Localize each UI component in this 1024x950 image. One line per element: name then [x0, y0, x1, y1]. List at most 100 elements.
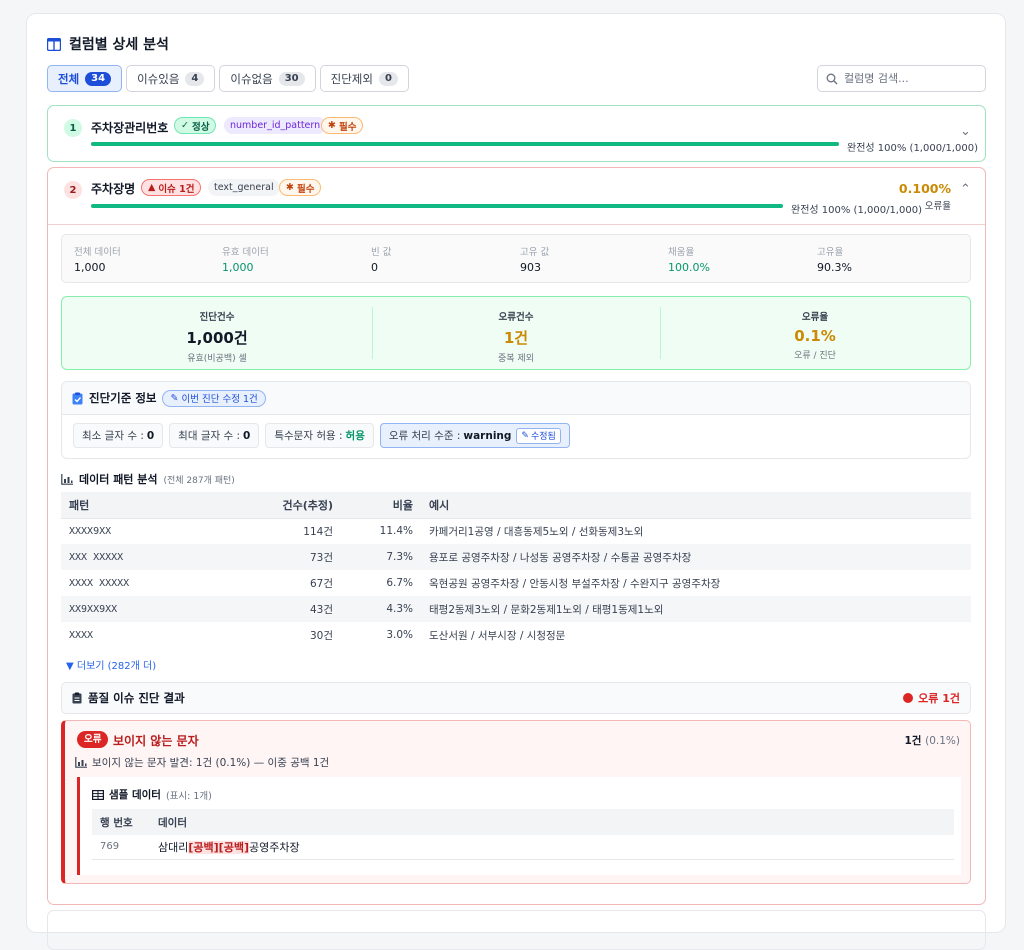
tab-count: 30 [278, 71, 305, 86]
col-header-example: 예시 [421, 492, 971, 519]
cell-example: 용포로 공영주차장 / 나성동 공영주차장 / 수통골 공영주차장 [421, 544, 971, 570]
tab-count: 0 [378, 71, 398, 86]
table-row: XXXX9XX 114건 11.4% 카페거리1공영 / 대흥동제5노외 / 선화동제… [61, 518, 971, 544]
chip-value: 허용 [345, 430, 365, 442]
cell-pattern: XXXX [69, 629, 94, 641]
chevron-up-icon[interactable]: ⌃ [960, 182, 971, 197]
criteria-max-length: 최대 글자 수 :0 [169, 423, 260, 448]
tab-excluded[interactable]: 진단제외 0 [319, 65, 409, 92]
status-label: 정상 [191, 121, 210, 133]
required-badge: ✱ 필수 [279, 179, 322, 196]
error-rate-value: 0.100% [898, 181, 951, 196]
search-icon [826, 73, 838, 85]
tab-count: 34 [85, 71, 112, 86]
column-row-1[interactable]: 1 주차장관리번호 ✓ 정상 number_id_pattern ✱ 필수 완전성 … [47, 105, 986, 162]
col-header-pattern: 패턴 [61, 492, 231, 519]
pattern-title: 데이터 패턴 분석 [79, 473, 158, 486]
error-summary-label: 오류 1건 [918, 692, 960, 705]
chevron-down-icon[interactable]: ⌄ [960, 124, 971, 139]
stat-value: 100.0% [668, 261, 710, 274]
tab-no-issues[interactable]: 이슈없음 30 [219, 65, 316, 92]
tab-label: 진단제외 [330, 71, 373, 86]
column-index: 2 [64, 181, 82, 199]
col-header-row-number: 행 번호 [92, 809, 150, 835]
table-row: XX9XX9XX 43건 4.3% 태평2동제3노외 / 문화2동제1노외 / 태평1… [61, 596, 971, 622]
table-header-row: 패턴 건수(추정) 비율 예시 [61, 492, 971, 519]
bar-chart-icon [75, 757, 87, 768]
stat-value: 903 [520, 261, 541, 274]
cell-example: 카페거리1공영 / 대흥동제5노외 / 선화동제3노외 [429, 525, 644, 538]
cell-count: 73건 [231, 544, 341, 570]
pattern-table: 패턴 건수(추정) 비율 예시 XXXX9XX 114건 11.4% 카페거리1공영 … [61, 492, 971, 648]
diag-value: 1,000건 [186, 329, 248, 347]
cell-data: 삼대리[공백][공백]공영주차장 [150, 835, 954, 860]
quality-title: 품질 이슈 진단 결과 [88, 691, 185, 705]
cell-pattern: XXXX9XX [69, 525, 112, 537]
column-name: 주차장관리번호 [91, 121, 169, 135]
table-columns-icon [47, 37, 61, 51]
tab-count: 4 [185, 71, 205, 86]
col-header-data: 데이터 [150, 809, 954, 835]
cell-ratio: 3.0% [386, 629, 413, 641]
issue-count-pct: (0.1%) [925, 735, 960, 747]
diag-label: 오류건수 [498, 312, 534, 323]
criteria-error-level: 오류 처리 수준 : warning ✎ 수정됨 [379, 423, 570, 448]
required-label: 필수 [338, 121, 357, 133]
clipboard-icon [72, 692, 82, 704]
chip-value: 0 [146, 429, 155, 442]
sample-table: 행 번호 데이터 769 삼대리[공백][공백]공영주차장 [92, 809, 954, 860]
edited-label: 수정됨 [530, 432, 556, 442]
diag-value: 1건 [503, 329, 529, 347]
chip-label: 최소 글자 수 : [82, 430, 144, 442]
diag-error-rate: 오류율 0.1% 오류 / 진단 [660, 297, 970, 371]
issue-card: 오류 보이지 않는 문자 1건 (0.1%) 보이지 않는 문자 발견: 1건 … [61, 720, 971, 884]
table-row: XXXX 30건 3.0% 도산서원 / 서부시장 / 시청정문 [61, 622, 971, 648]
sample-title: 샘플 데이터 (표시: 1개) [92, 787, 212, 802]
cell-ratio: 6.7% [386, 577, 413, 589]
data-text: 공영주차장 [248, 840, 300, 854]
issue-count-value: 1건 [904, 735, 922, 747]
col-header-ratio: 비율 [341, 492, 421, 519]
diag-sub: 오류 / 진단 [794, 351, 836, 361]
stat-fill-rate: 채움율 100.0% [668, 244, 710, 274]
asterisk-icon: ✱ [328, 120, 336, 131]
show-more-link[interactable]: ▼ 더보기 (282개 더) [66, 657, 156, 672]
search-box [817, 65, 986, 92]
cell-count: 114건 [303, 525, 333, 538]
cell-ratio: 7.3% [341, 544, 421, 570]
table-row: 769 삼대리[공백][공백]공영주차장 [92, 835, 954, 860]
column-row-3[interactable] [47, 910, 986, 950]
issue-badge: ▲ 이슈 1건 [141, 179, 202, 196]
clipboard-check-icon [72, 392, 83, 405]
tab-has-issues[interactable]: 이슈있음 4 [126, 65, 216, 92]
type-badge: text_general [208, 179, 280, 196]
stat-label: 빈 값 [371, 247, 392, 258]
error-dot-icon [903, 693, 914, 703]
quality-issues-header: 품질 이슈 진단 결과 오류 1건 [61, 682, 971, 714]
cell-ratio: 11.4% [379, 525, 413, 538]
cell-ratio: 4.3% [341, 596, 421, 622]
stat-label: 고유 값 [520, 247, 550, 258]
criteria-special-chars: 특수문자 허용 : 허용 [265, 423, 374, 448]
table-row: XXXX XXXXX 67건 6.7% 옥현공원 공영주차장 / 안동시청 부설주차장… [61, 570, 971, 596]
stat-label: 전체 데이터 [74, 247, 121, 258]
tab-all[interactable]: 전체 34 [47, 65, 123, 92]
completeness-text: 완전성 100% (1,000/1,000) [847, 143, 978, 154]
table-header-row: 행 번호 데이터 [92, 809, 954, 835]
issue-count: 1건 (0.1%) [905, 733, 961, 748]
status-label: 이슈 1건 [158, 183, 195, 195]
space-marker: [공백] [218, 840, 249, 854]
column-stats: 전체 데이터 1,000 유효 데이터 1,000 빈 값 0 고유 값 903 채움율… [61, 234, 971, 283]
required-badge: ✱ 필수 [321, 117, 364, 134]
diag-label: 진단건수 [199, 312, 235, 323]
chip-value: warning [463, 429, 512, 442]
stat-label: 채움율 [668, 247, 695, 258]
tab-label: 이슈있음 [137, 71, 180, 86]
search-input[interactable] [844, 72, 974, 85]
space-marker: [공백] [188, 840, 219, 854]
diag-errors: 오류건수 1건 중복 제외 [372, 297, 660, 371]
stat-empty: 빈 값 0 [371, 244, 392, 274]
issue-level-badge: 오류 [77, 731, 109, 748]
completeness-bar [91, 204, 783, 208]
tab-label: 전체 [58, 71, 80, 86]
